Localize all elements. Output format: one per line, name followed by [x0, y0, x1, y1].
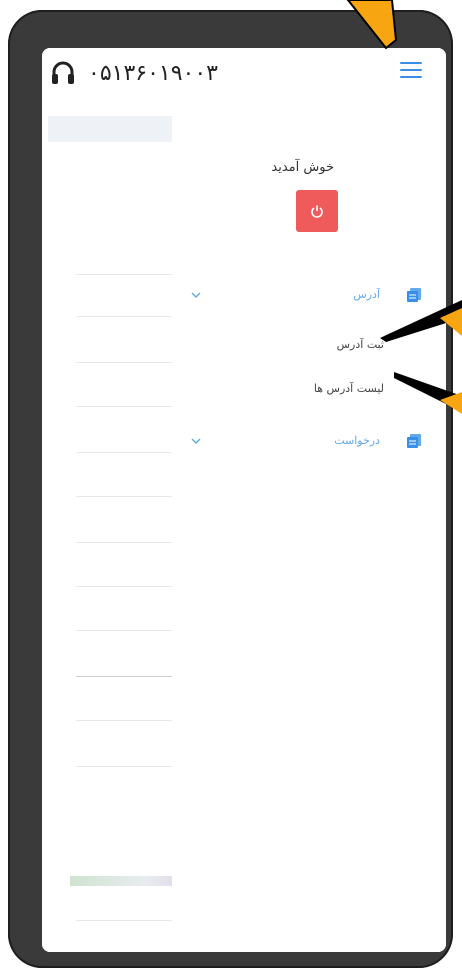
- sidebar-item-address[interactable]: آدرس: [172, 284, 446, 308]
- chevron-down-icon: [191, 438, 201, 444]
- divider: [76, 676, 172, 677]
- submenu-item-register-address[interactable]: ثبت آدرس: [337, 338, 384, 351]
- divider: [76, 542, 172, 543]
- background-page-content: [42, 116, 172, 952]
- divider: [76, 452, 172, 453]
- logout-button[interactable]: [296, 190, 338, 232]
- divider: [76, 630, 172, 631]
- divider: [76, 920, 172, 921]
- hamburger-menu-icon[interactable]: [400, 62, 422, 80]
- phone-frame: ۰۵۱۳۶۰۱۹۰۰۳ خوش آمدید آدرس ثبت آدرس لیست…: [8, 10, 453, 968]
- divider: [76, 406, 172, 407]
- document-icon: [407, 434, 421, 448]
- sidebar-item-label: درخواست: [334, 434, 380, 447]
- background-header-strip: [48, 116, 172, 142]
- headset-icon: [52, 61, 74, 84]
- welcome-text: خوش آمدید: [271, 160, 334, 175]
- support-phone-number[interactable]: ۰۵۱۳۶۰۱۹۰۰۳: [88, 61, 218, 86]
- document-icon: [407, 288, 421, 302]
- divider: [76, 766, 172, 767]
- divider: [76, 274, 172, 275]
- divider: [76, 586, 172, 587]
- sidebar-item-label: آدرس: [353, 288, 380, 301]
- divider: [76, 496, 172, 497]
- power-icon: [311, 205, 323, 218]
- top-bar: ۰۵۱۳۶۰۱۹۰۰۳: [42, 48, 446, 100]
- submenu-item-address-list[interactable]: لیست آدرس ها: [314, 382, 384, 395]
- sidebar-item-request[interactable]: درخواست: [172, 430, 446, 454]
- app-screen: ۰۵۱۳۶۰۱۹۰۰۳ خوش آمدید آدرس ثبت آدرس لیست…: [42, 48, 446, 952]
- divider: [76, 720, 172, 721]
- sidebar-drawer: خوش آمدید آدرس ثبت آدرس لیست آدرس ها درخ…: [172, 100, 446, 952]
- chevron-down-icon: [191, 292, 201, 298]
- divider: [76, 316, 172, 317]
- divider: [76, 362, 172, 363]
